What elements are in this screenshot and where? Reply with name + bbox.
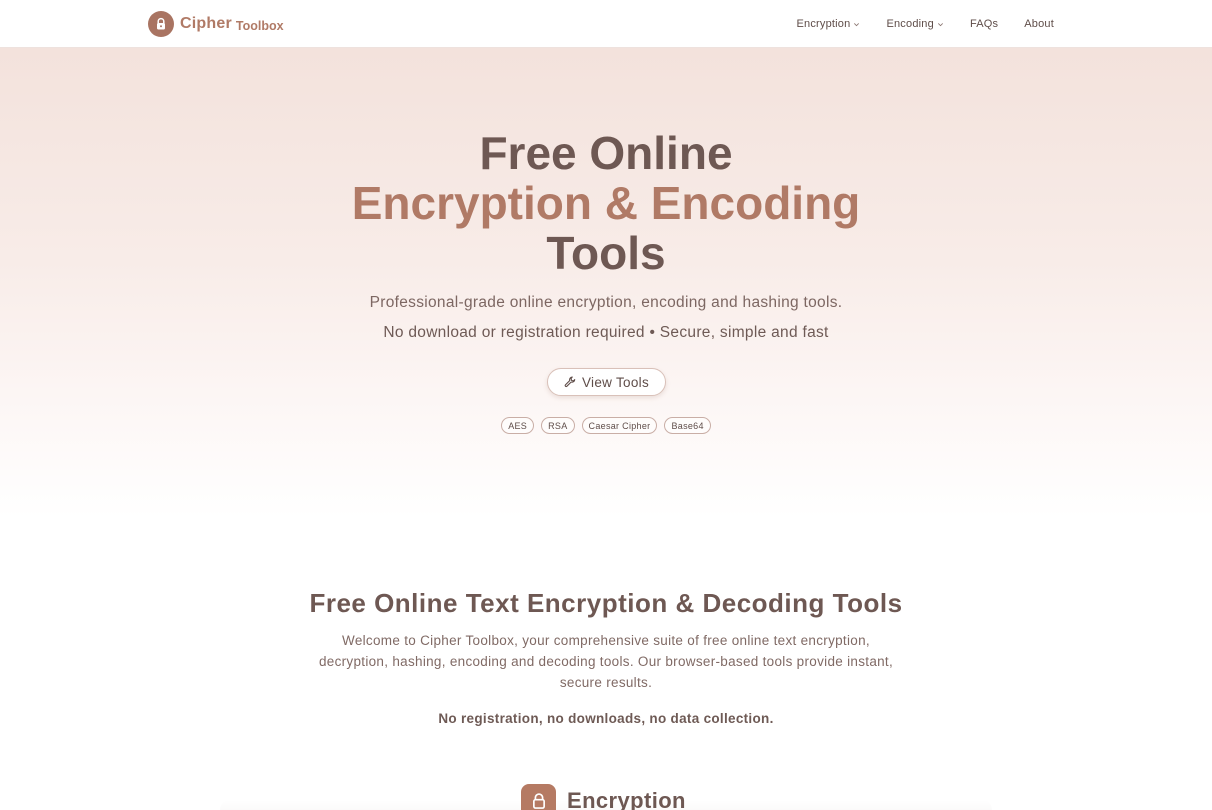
chevron-down-icon — [937, 22, 943, 26]
hero-title-line-1: Free Online — [479, 127, 733, 179]
tool-tags: AES RSA Caesar Cipher Base64 — [0, 417, 1212, 434]
intro-text: Welcome to Cipher Toolbox, your comprehe… — [318, 633, 894, 690]
chevron-down-icon — [854, 22, 860, 26]
top-nav: Cipher Toolbox Encryption Encoding FAQs … — [0, 0, 1212, 48]
hero-tagline: No download or registration required • S… — [383, 324, 829, 341]
view-tools-label: View Tools — [581, 374, 650, 390]
logo-subtitle: Toolbox — [235, 18, 284, 33]
hero-title-line-2: Encryption & Encoding — [351, 177, 861, 229]
logo-link[interactable]: Cipher Toolbox — [148, 11, 284, 37]
hero-subtitle: Professional-grade online encryption, en… — [369, 294, 843, 311]
hero-title-line-3: Tools — [546, 227, 666, 279]
logo-name: Cipher — [180, 15, 232, 32]
tag-rsa[interactable]: RSA — [541, 417, 575, 434]
nav-about-link[interactable]: About — [1024, 18, 1054, 30]
intro-title: Free Online Text Encryption & Decoding T… — [309, 588, 903, 618]
tag-base64[interactable]: Base64 — [664, 417, 711, 434]
lock-icon — [148, 11, 174, 37]
nav-encoding-dropdown[interactable]: Encoding — [886, 18, 943, 30]
nav-encryption-label: Encryption — [796, 18, 851, 30]
wrench-icon — [564, 376, 576, 388]
nav-links: Encryption Encoding FAQs About — [770, 0, 1054, 48]
lock-icon — [521, 784, 556, 810]
section-title: Encryption — [567, 788, 686, 810]
encryption-section-header: Encryption — [521, 784, 686, 810]
tag-caesar-cipher[interactable]: Caesar Cipher — [581, 417, 658, 434]
hero-section: Free Online Encryption & Encoding Tools … — [0, 48, 1212, 518]
nav-encoding-label: Encoding — [886, 18, 934, 30]
nav-about-label: About — [1024, 18, 1054, 30]
intro-note: No registration, no downloads, no data c… — [438, 711, 774, 726]
view-tools-button[interactable]: View Tools — [547, 368, 666, 396]
tag-aes[interactable]: AES — [501, 417, 535, 434]
nav-encryption-dropdown[interactable]: Encryption — [796, 18, 860, 30]
nav-faqs-label: FAQs — [969, 18, 999, 30]
nav-faqs-link[interactable]: FAQs — [970, 18, 998, 30]
